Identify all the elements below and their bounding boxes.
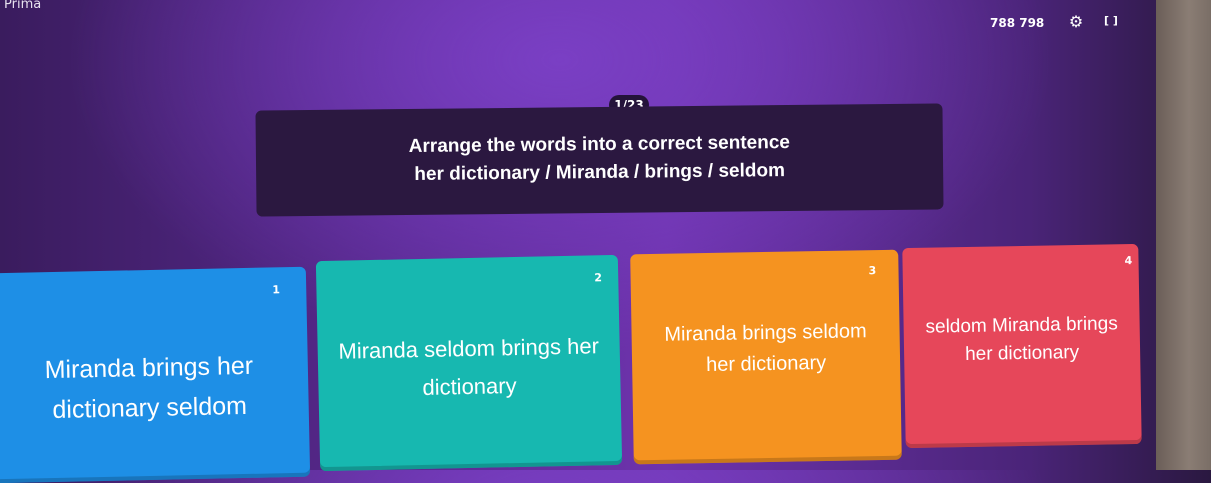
answer-number: 3 xyxy=(868,264,877,278)
question-words: her dictionary / Miranda / brings / seld… xyxy=(414,160,786,185)
answer-number: 2 xyxy=(594,271,603,285)
answer-text: Miranda brings seldom her dictionary xyxy=(664,320,867,377)
screen-bezel xyxy=(1156,0,1211,470)
score-display: 788 798 xyxy=(990,16,1045,30)
app-title: Prima xyxy=(4,0,42,12)
answer-option-3[interactable]: 3 Miranda brings seldom her dictionary xyxy=(630,249,902,465)
answer-text: Miranda brings her dictionary seldom xyxy=(44,351,254,425)
fullscreen-button[interactable]: [ ] xyxy=(1104,14,1118,27)
answer-option-4[interactable]: 4 seldom Miranda brings her dictionary xyxy=(902,243,1142,449)
answer-text: Miranda seldom brings her dictionary xyxy=(338,333,600,400)
question-panel: Arrange the words into a correct sentenc… xyxy=(255,103,944,217)
answer-number: 4 xyxy=(1124,254,1133,268)
gear-icon[interactable]: ⚙ xyxy=(1066,13,1086,31)
question-instruction: Arrange the words into a correct sentenc… xyxy=(408,132,791,157)
answer-option-2[interactable]: 2 Miranda seldom brings her dictionary xyxy=(315,254,623,472)
answer-text: seldom Miranda brings her dictionary xyxy=(925,313,1118,365)
answer-option-1[interactable]: 1 Miranda brings her dictionary seldom xyxy=(0,266,311,483)
answer-number: 1 xyxy=(272,283,281,297)
